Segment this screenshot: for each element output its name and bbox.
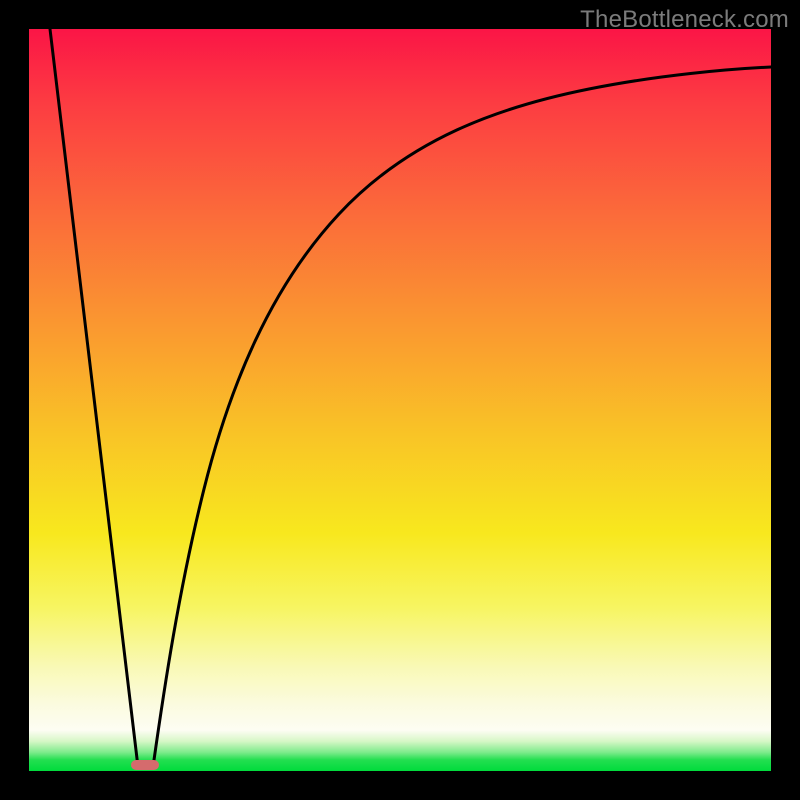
watermark-text: TheBottleneck.com	[580, 6, 789, 34]
trough-marker	[131, 760, 159, 770]
chart-frame: TheBottleneck.com	[0, 0, 800, 800]
curve-descending-line	[50, 29, 138, 767]
chart-curves-svg	[29, 29, 771, 771]
curve-rising	[153, 67, 771, 767]
